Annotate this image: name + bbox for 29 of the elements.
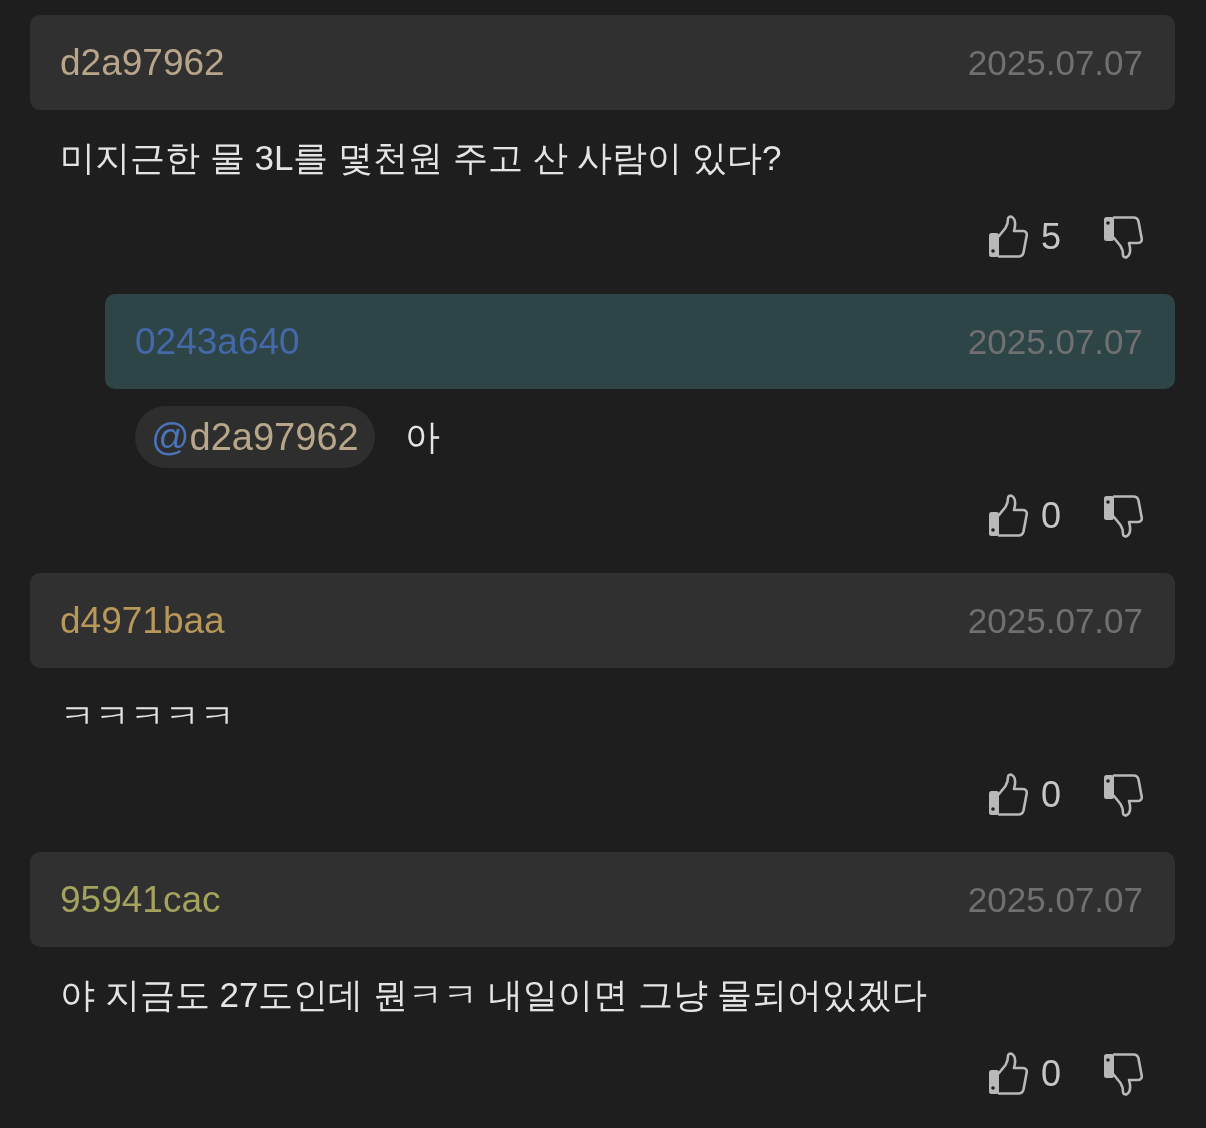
like-button[interactable]: 0: [987, 773, 1061, 817]
author-name: 95941cac: [60, 877, 221, 922]
thumbs-down-icon: [1103, 773, 1143, 817]
dislike-button[interactable]: [1103, 215, 1143, 259]
comment-text: ㅋㅋㅋㅋㅋ: [60, 695, 235, 737]
comment-text: 미지근한 물 3L를 몇천원 주고 산 사람이 있다?: [60, 137, 782, 179]
thumbs-down-icon: [1103, 215, 1143, 259]
dislike-button[interactable]: [1103, 1052, 1143, 1096]
like-button[interactable]: 5: [987, 215, 1061, 259]
mention-link[interactable]: @d2a97962: [135, 406, 375, 468]
thumbs-up-icon: [987, 1052, 1028, 1096]
comment-date: 2025.07.07: [967, 41, 1143, 84]
thumbs-up-icon: [987, 773, 1028, 817]
thumbs-up-icon: [987, 215, 1028, 259]
author-name: d4971baa: [60, 598, 225, 643]
thumbs-up-icon: [987, 494, 1028, 538]
comment-date: 2025.07.07: [967, 878, 1143, 921]
author-name: d2a97962: [60, 40, 225, 85]
thumbs-down-icon: [1103, 494, 1143, 538]
thumbs-down-icon: [1103, 1052, 1143, 1096]
comment-text: 야 지금도 27도인데 뭔ㅋㅋ 내일이면 그냥 물되어있겠다: [60, 974, 928, 1016]
author-name: 0243a640: [135, 319, 300, 364]
like-button[interactable]: 0: [987, 494, 1061, 538]
comment-date: 2025.07.07: [967, 320, 1143, 363]
like-button[interactable]: 0: [987, 1052, 1061, 1096]
dislike-button[interactable]: [1103, 494, 1143, 538]
comment-date: 2025.07.07: [967, 599, 1143, 642]
comment-text: 아: [404, 416, 440, 458]
dislike-button[interactable]: [1103, 773, 1143, 817]
